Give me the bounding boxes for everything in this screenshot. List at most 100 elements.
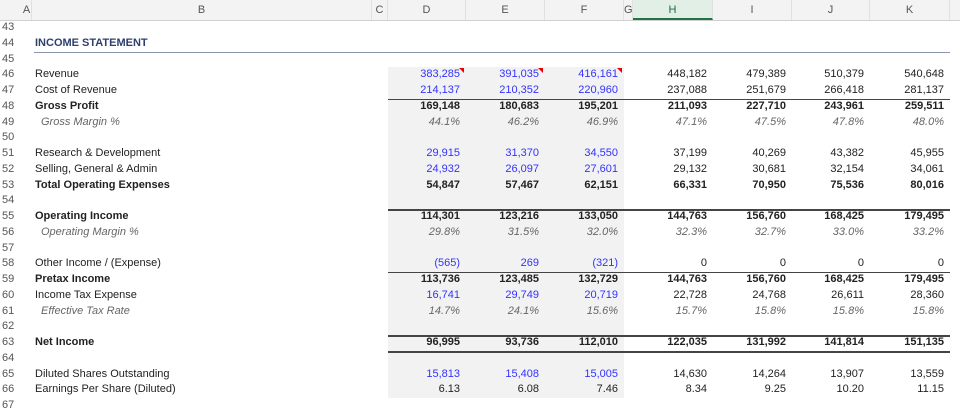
value-cell-j46[interactable]: 510,379: [792, 67, 870, 83]
value-cell-h46[interactable]: 448,182: [633, 67, 713, 83]
row-header-63[interactable]: 63: [0, 335, 22, 351]
value-cell-i49[interactable]: 47.5%: [713, 115, 792, 131]
row-header-65[interactable]: 65: [0, 367, 22, 383]
value-cell-e52[interactable]: 26,097: [466, 162, 545, 178]
value-cell-d55[interactable]: 114,301: [388, 209, 466, 225]
value-cell-e55[interactable]: 123,216: [466, 209, 545, 225]
row-header-55[interactable]: 55: [0, 209, 22, 225]
value-cell-f49[interactable]: 46.9%: [545, 115, 624, 131]
value-cell-k46[interactable]: 540,648: [870, 67, 950, 83]
value-cell-d66[interactable]: 6.13: [388, 382, 466, 398]
value-cell-f46[interactable]: 416,161: [545, 67, 624, 83]
row-header-61[interactable]: 61: [0, 304, 22, 320]
value-cell-h63[interactable]: 122,035: [633, 335, 713, 351]
value-cell-h58[interactable]: 0: [633, 256, 713, 272]
value-cell-j55[interactable]: 168,425: [792, 209, 870, 225]
select-all-corner[interactable]: [0, 0, 22, 20]
value-cell-k49[interactable]: 48.0%: [870, 115, 950, 131]
row-header-53[interactable]: 53: [0, 178, 22, 194]
value-cell-e48[interactable]: 180,683: [466, 99, 545, 115]
value-cell-h59[interactable]: 144,763: [633, 272, 713, 288]
value-cell-h60[interactable]: 22,728: [633, 288, 713, 304]
value-cell-j48[interactable]: 243,961: [792, 99, 870, 115]
value-cell-i61[interactable]: 15.8%: [713, 304, 792, 320]
value-cell-i51[interactable]: 40,269: [713, 146, 792, 162]
value-cell-h56[interactable]: 32.3%: [633, 225, 713, 241]
value-cell-j49[interactable]: 47.8%: [792, 115, 870, 131]
value-cell-e65[interactable]: 15,408: [466, 367, 545, 383]
value-cell-e61[interactable]: 24.1%: [466, 304, 545, 320]
value-cell-k65[interactable]: 13,559: [870, 367, 950, 383]
row-header-67[interactable]: 67: [0, 398, 22, 414]
value-cell-d58[interactable]: (565): [388, 256, 466, 272]
value-cell-f63[interactable]: 112,010: [545, 335, 624, 351]
value-cell-f60[interactable]: 20,719: [545, 288, 624, 304]
value-cell-k60[interactable]: 28,360: [870, 288, 950, 304]
value-cell-f51[interactable]: 34,550: [545, 146, 624, 162]
column-header-d[interactable]: D: [388, 0, 466, 20]
row-label[interactable]: Net Income: [35, 335, 94, 351]
value-cell-f47[interactable]: 220,960: [545, 83, 624, 99]
row-label[interactable]: Revenue: [35, 67, 79, 83]
value-cell-e63[interactable]: 93,736: [466, 335, 545, 351]
row-header-48[interactable]: 48: [0, 99, 22, 115]
section-title[interactable]: INCOME STATEMENT: [35, 36, 148, 52]
value-cell-d49[interactable]: 44.1%: [388, 115, 466, 131]
value-cell-f61[interactable]: 15.6%: [545, 304, 624, 320]
row-label[interactable]: Diluted Shares Outstanding: [35, 367, 170, 383]
row-label[interactable]: Income Tax Expense: [35, 288, 137, 304]
row-header-44[interactable]: 44: [0, 36, 22, 52]
row-header-62[interactable]: 62: [0, 319, 22, 335]
column-header-c[interactable]: C: [372, 0, 388, 20]
value-cell-j59[interactable]: 168,425: [792, 272, 870, 288]
value-cell-h51[interactable]: 37,199: [633, 146, 713, 162]
value-cell-j56[interactable]: 33.0%: [792, 225, 870, 241]
value-cell-f55[interactable]: 133,050: [545, 209, 624, 225]
value-cell-e46[interactable]: 391,035: [466, 67, 545, 83]
value-cell-h61[interactable]: 15.7%: [633, 304, 713, 320]
value-cell-k66[interactable]: 11.15: [870, 382, 950, 398]
row-header-47[interactable]: 47: [0, 83, 22, 99]
value-cell-f48[interactable]: 195,201: [545, 99, 624, 115]
value-cell-e60[interactable]: 29,749: [466, 288, 545, 304]
row-header-49[interactable]: 49: [0, 115, 22, 131]
value-cell-f65[interactable]: 15,005: [545, 367, 624, 383]
value-cell-h48[interactable]: 211,093: [633, 99, 713, 115]
row-header-54[interactable]: 54: [0, 193, 22, 209]
value-cell-e58[interactable]: 269: [466, 256, 545, 272]
row-label[interactable]: Earnings Per Share (Diluted): [35, 382, 176, 398]
row-header-45[interactable]: 45: [0, 52, 22, 68]
value-cell-h65[interactable]: 14,630: [633, 367, 713, 383]
value-cell-d59[interactable]: 113,736: [388, 272, 466, 288]
value-cell-j63[interactable]: 141,814: [792, 335, 870, 351]
value-cell-d65[interactable]: 15,813: [388, 367, 466, 383]
value-cell-h47[interactable]: 237,088: [633, 83, 713, 99]
comment-indicator-icon[interactable]: [617, 68, 622, 74]
value-cell-i46[interactable]: 479,389: [713, 67, 792, 83]
value-cell-i52[interactable]: 30,681: [713, 162, 792, 178]
value-cell-j53[interactable]: 75,536: [792, 178, 870, 194]
value-cell-i58[interactable]: 0: [713, 256, 792, 272]
value-cell-f52[interactable]: 27,601: [545, 162, 624, 178]
value-cell-k52[interactable]: 34,061: [870, 162, 950, 178]
value-cell-i63[interactable]: 131,992: [713, 335, 792, 351]
value-cell-d53[interactable]: 54,847: [388, 178, 466, 194]
value-cell-k55[interactable]: 179,495: [870, 209, 950, 225]
column-header-g[interactable]: G: [624, 0, 633, 20]
value-cell-f66[interactable]: 7.46: [545, 382, 624, 398]
value-cell-k53[interactable]: 80,016: [870, 178, 950, 194]
row-header-57[interactable]: 57: [0, 241, 22, 257]
value-cell-h52[interactable]: 29,132: [633, 162, 713, 178]
row-header-46[interactable]: 46: [0, 67, 22, 83]
value-cell-f58[interactable]: (321): [545, 256, 624, 272]
comment-indicator-icon[interactable]: [538, 68, 543, 74]
row-header-56[interactable]: 56: [0, 225, 22, 241]
value-cell-d60[interactable]: 16,741: [388, 288, 466, 304]
row-label[interactable]: Research & Development: [35, 146, 160, 162]
column-header-j[interactable]: J: [792, 0, 870, 20]
row-header-66[interactable]: 66: [0, 382, 22, 398]
value-cell-k48[interactable]: 259,511: [870, 99, 950, 115]
value-cell-j52[interactable]: 32,154: [792, 162, 870, 178]
value-cell-j58[interactable]: 0: [792, 256, 870, 272]
value-cell-f56[interactable]: 32.0%: [545, 225, 624, 241]
